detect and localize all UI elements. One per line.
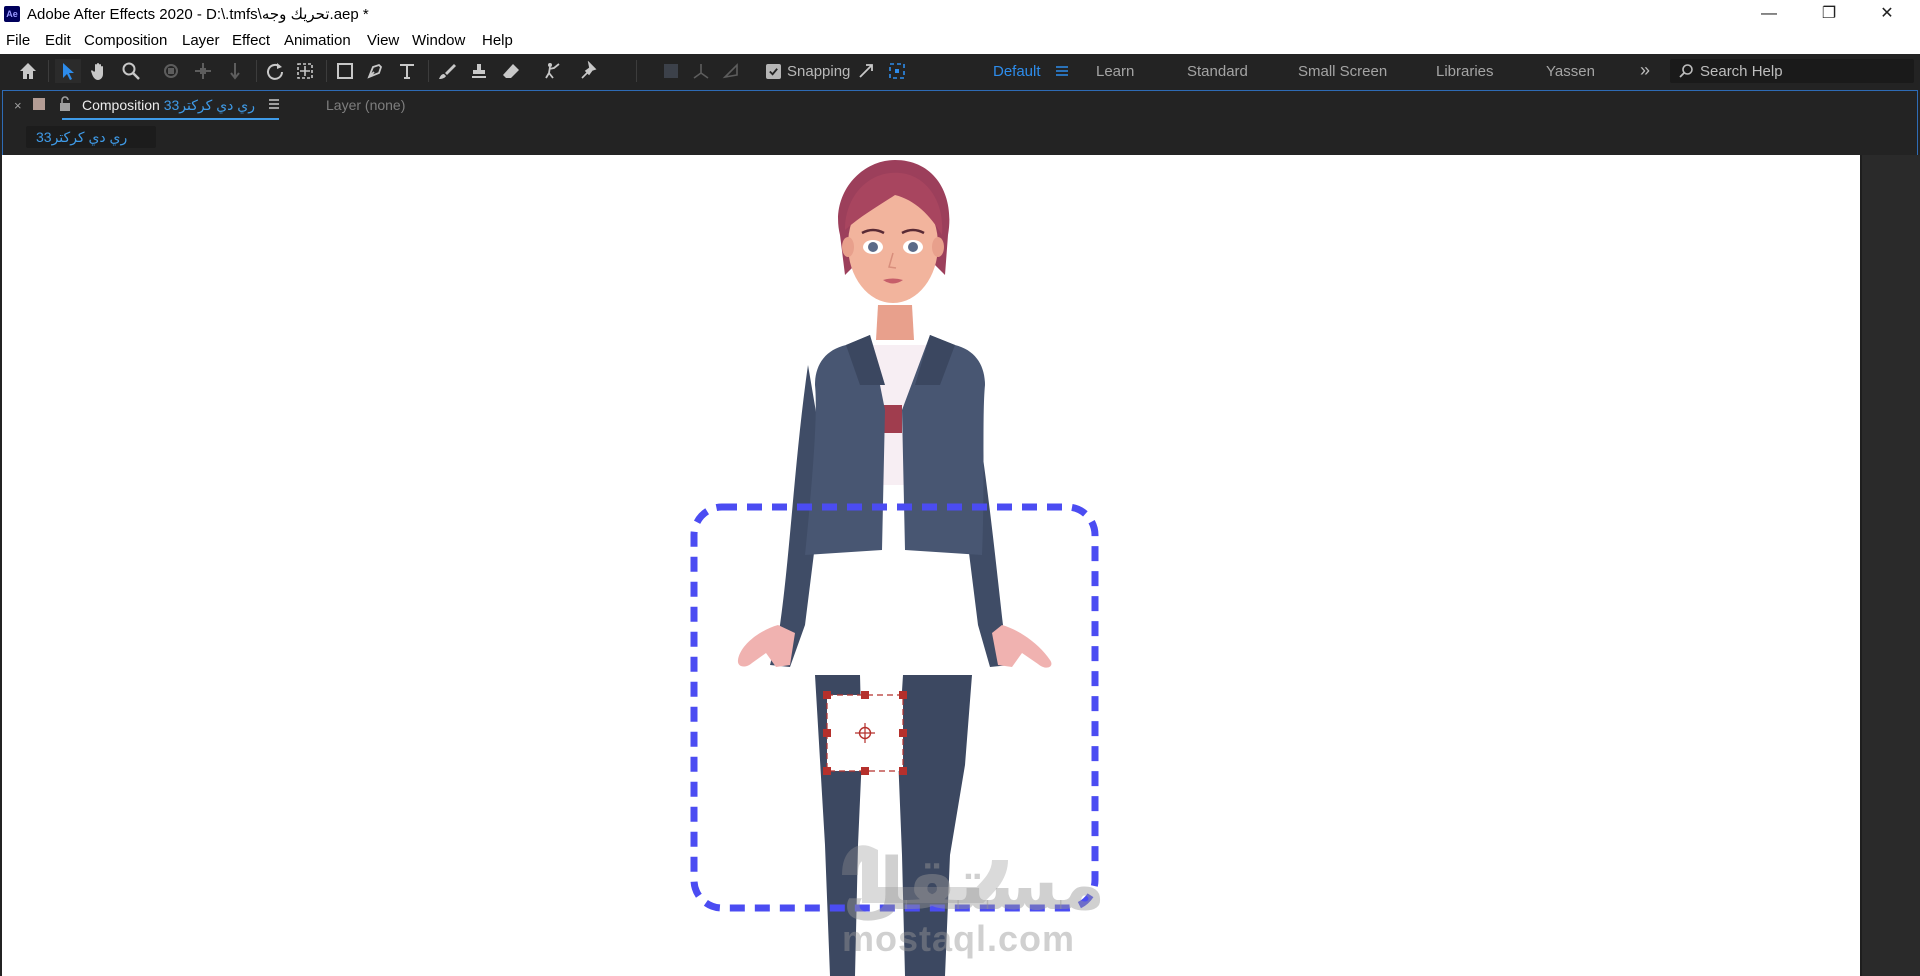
menu-help[interactable]: Help [482, 32, 513, 49]
clone-stamp-icon[interactable] [466, 59, 492, 83]
toolbar-separator [428, 60, 429, 82]
window-title: Adobe After Effects 2020 - D:\.tmfs\تحري… [27, 6, 369, 23]
handle-top-left[interactable] [823, 691, 831, 699]
close-window-button[interactable]: ✕ [1858, 0, 1916, 28]
home-icon[interactable] [15, 59, 41, 83]
workspace-menu-icon[interactable] [1055, 64, 1069, 78]
handle-bottom-left[interactable] [823, 767, 831, 775]
composition-breadcrumb[interactable]: ري دي كركتر33 [26, 126, 156, 148]
left-ear [842, 237, 854, 257]
menu-effect[interactable]: Effect [232, 32, 270, 49]
menu-file[interactable]: File [6, 32, 30, 49]
after-effects-logo-icon: Ae [4, 6, 20, 22]
pan-camera-icon[interactable] [190, 59, 216, 83]
belt [882, 405, 902, 433]
menu-layer[interactable]: Layer [182, 32, 220, 49]
pen-tool-icon[interactable] [362, 59, 388, 83]
right-iris [908, 242, 918, 252]
type-tool-icon[interactable] [394, 59, 420, 83]
label-color-swatch[interactable] [33, 98, 45, 110]
panel-menu-icon[interactable] [268, 98, 280, 110]
menu-animation[interactable]: Animation [284, 32, 351, 49]
toolbar-separator [256, 60, 257, 82]
handle-bottom-center[interactable] [861, 767, 869, 775]
menu-window[interactable]: Window [412, 32, 465, 49]
eraser-tool-icon[interactable] [498, 59, 524, 83]
composition-tab[interactable]: Composition ري دي كركتر33 [82, 97, 255, 114]
composition-viewer[interactable]: مستقل mostaql.com [0, 155, 1920, 976]
right-hand [992, 625, 1052, 668]
dolly-camera-icon[interactable] [222, 59, 248, 83]
toolbar-separator [326, 60, 327, 82]
search-icon [1679, 64, 1693, 78]
workspace-libraries[interactable]: Libraries [1436, 63, 1494, 80]
roto-brush-icon[interactable] [540, 59, 566, 83]
puppet-pin-icon[interactable] [576, 59, 602, 83]
pan-behind-icon[interactable] [292, 59, 318, 83]
right-ear [932, 237, 944, 257]
rotation-tool-icon[interactable] [262, 59, 288, 83]
rectangle-tool-icon[interactable] [332, 59, 358, 83]
menu-composition[interactable]: Composition [84, 32, 167, 49]
handle-middle-left[interactable] [823, 729, 831, 737]
snapping-toggle[interactable]: Snapping [766, 62, 850, 80]
menu-bar: File Edit Composition Layer Effect Anima… [0, 28, 1920, 54]
viewer-side-panel [1860, 155, 1920, 976]
world-axis-icon[interactable] [718, 59, 744, 83]
left-iris [868, 242, 878, 252]
lock-icon[interactable] [58, 96, 72, 112]
minimize-button[interactable]: — [1740, 0, 1798, 28]
search-help-input[interactable] [1700, 61, 1905, 81]
zoom-tool-icon[interactable] [118, 59, 144, 83]
search-help-box[interactable] [1670, 59, 1914, 83]
layer-tab[interactable]: Layer (none) [326, 97, 405, 113]
workspace-yassen[interactable]: Yassen [1546, 63, 1595, 80]
close-tab-button[interactable]: × [14, 98, 22, 113]
restore-button[interactable]: ❐ [1800, 0, 1858, 28]
workspace-default[interactable]: Default [993, 63, 1041, 80]
viewer-right-edge [1860, 155, 1862, 976]
composition-tab-prefix: Composition [82, 97, 160, 113]
active-tab-underline [62, 118, 279, 120]
tools-toolbar: Snapping Default Learn Standard Small Sc… [0, 54, 1920, 88]
snap-target-icon[interactable] [884, 59, 910, 83]
title-bar: Ae Adobe After Effects 2020 - D:\.tmfs\ت… [0, 0, 1920, 28]
menu-edit[interactable]: Edit [45, 32, 71, 49]
composition-tab-name: ري دي كركتر33 [163, 97, 255, 113]
left-hand [737, 625, 795, 667]
orbit-camera-icon[interactable] [158, 59, 184, 83]
workspace-learn[interactable]: Learn [1096, 63, 1134, 80]
handle-top-center[interactable] [861, 691, 869, 699]
workspace-standard[interactable]: Standard [1187, 63, 1248, 80]
active-panel-outline [2, 90, 1918, 155]
toolbar-separator [636, 60, 637, 82]
composition-panel-header: × Composition ري دي كركتر33 Layer (none)… [0, 88, 1920, 155]
selection-tool-icon[interactable] [55, 59, 81, 83]
handle-middle-right[interactable] [899, 729, 907, 737]
toolbar-separator [48, 60, 49, 82]
snap-expand-icon[interactable] [853, 59, 879, 83]
handle-bottom-right[interactable] [899, 767, 907, 775]
neck [876, 305, 914, 340]
snapping-label: Snapping [787, 62, 851, 80]
menu-view[interactable]: View [367, 32, 399, 49]
snapping-checkbox[interactable] [766, 63, 781, 79]
brush-tool-icon[interactable] [434, 59, 460, 83]
handle-top-right[interactable] [899, 691, 907, 699]
hand-tool-icon[interactable] [86, 59, 112, 83]
more-workspaces-icon[interactable]: » [1640, 60, 1650, 81]
workspace-small-screen[interactable]: Small Screen [1298, 63, 1387, 80]
local-axis-icon[interactable] [688, 59, 714, 83]
align-icon[interactable] [658, 59, 684, 83]
watermark-arabic: مستقل [842, 842, 1106, 926]
viewer-left-border [0, 155, 2, 976]
watermark-latin: mostaql.com [842, 918, 1076, 959]
